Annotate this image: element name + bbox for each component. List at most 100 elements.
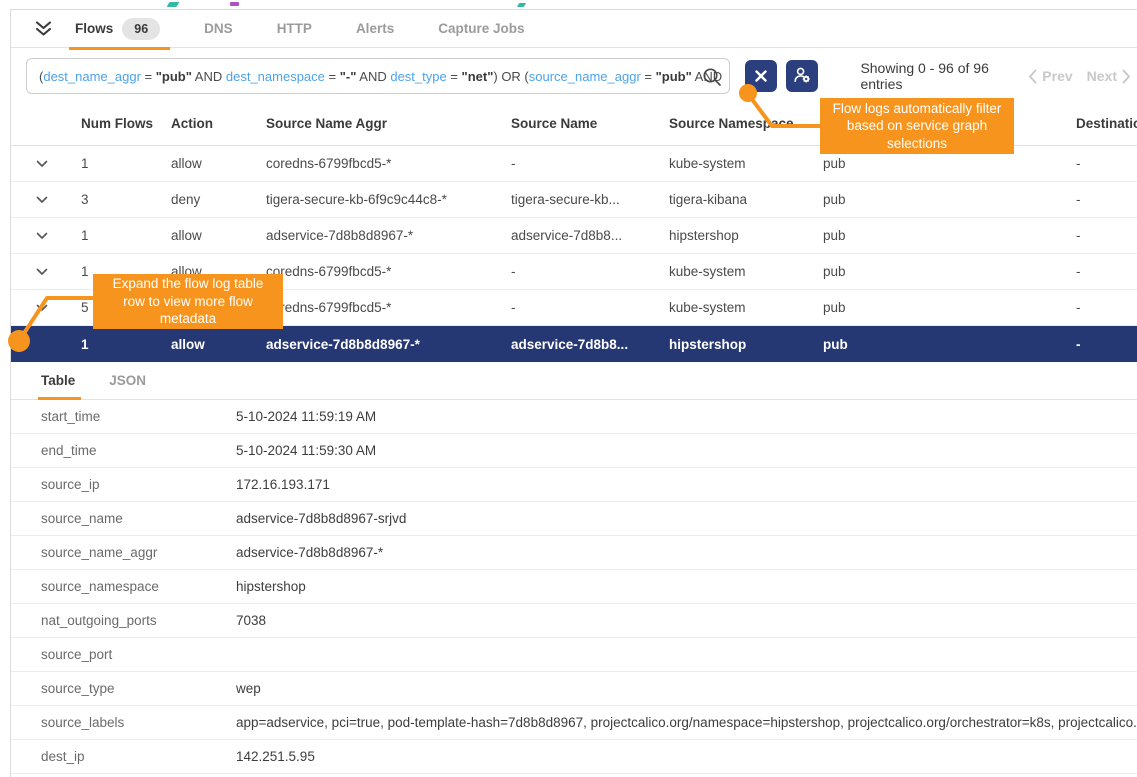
num-flows-cell: 1 — [81, 156, 171, 171]
flow-row-3[interactable]: 1 allow adservice-7d8b8d8967-* adservice… — [11, 218, 1137, 254]
dest-name-aggr-cell: pub — [823, 156, 1076, 171]
service-graph-remnant — [0, 0, 1137, 9]
action-cell: allow — [171, 156, 266, 171]
source-namespace-cell: hipstershop — [669, 337, 823, 352]
num-flows-cell: 1 — [81, 337, 171, 352]
detail-row: source_type wep — [11, 672, 1137, 706]
detail-row: nat_outgoing_ports 7038 — [11, 604, 1137, 638]
detail-value: 7038 — [236, 613, 1137, 628]
detail-value: 5-10-2024 11:59:19 AM — [236, 409, 1137, 424]
destination-name-cell: - — [1076, 192, 1137, 207]
tab-http[interactable]: HTTP — [277, 10, 312, 48]
next-page-button[interactable]: Next — [1087, 68, 1131, 84]
detail-key: source_namespace — [41, 579, 236, 594]
expand-row-icon[interactable] — [36, 232, 81, 240]
source-name-cell: - — [511, 264, 669, 279]
source-name-aggr-cell: tigera-secure-kb-6f9c9c44c8-* — [266, 192, 511, 207]
flow-logs-panel-screen: Flows 96 DNS HTTP Alerts Capture Jobs (d… — [0, 0, 1137, 777]
detail-value: 172.16.193.171 — [236, 477, 1137, 492]
clear-filter-button[interactable] — [745, 60, 777, 92]
detail-key: source_name_aggr — [41, 545, 236, 560]
dest-name-aggr-cell: pub — [823, 300, 1076, 315]
source-name-cell: adservice-7d8b8... — [511, 337, 669, 352]
col-source-namespace: Source Namespace — [669, 116, 823, 133]
detail-row: source_labels app=adservice, pci=true, p… — [11, 706, 1137, 740]
detail-row: start_time 5-10-2024 11:59:19 AM — [11, 400, 1137, 434]
detail-row: source_ip 172.16.193.171 — [11, 468, 1137, 502]
action-cell: deny — [171, 192, 266, 207]
action-cell: allow — [171, 337, 266, 352]
user-gear-icon — [792, 65, 812, 88]
expand-row-icon[interactable] — [36, 160, 81, 168]
graph-fragment — [517, 3, 526, 7]
prev-page-button[interactable]: Prev — [1028, 68, 1072, 84]
chevron-left-icon — [1028, 69, 1037, 84]
tooltip-expand-info: Expand the flow log table row to view mo… — [93, 274, 283, 329]
detail-value: adservice-7d8b8d8967-srjvd — [236, 511, 1137, 526]
detail-row: end_time 5-10-2024 11:59:30 AM — [11, 434, 1137, 468]
source-name-aggr-cell: coredns-6799fbcd5-* — [266, 264, 511, 279]
col-destination-name: Destination Name — [1076, 116, 1137, 133]
tab-capture-jobs-label: Capture Jobs — [438, 21, 524, 36]
destination-name-cell: - — [1076, 300, 1137, 315]
next-label: Next — [1087, 68, 1117, 84]
dest-name-aggr-cell: pub — [823, 337, 1076, 352]
collapse-panel-icon[interactable] — [34, 21, 53, 37]
expand-row-icon[interactable] — [36, 196, 81, 204]
prev-label: Prev — [1042, 68, 1072, 84]
expand-row-icon[interactable] — [36, 268, 81, 276]
source-name-aggr-cell: adservice-7d8b8d8967-* — [266, 337, 511, 352]
source-namespace-cell: kube-system — [669, 264, 823, 279]
query-filter-input[interactable]: (dest_name_aggr = "pub" AND dest_namespa… — [26, 58, 730, 94]
detail-row: source_port — [11, 638, 1137, 672]
log-type-tabbar: Flows 96 DNS HTTP Alerts Capture Jobs — [11, 10, 1137, 48]
detail-value: 5-10-2024 11:59:30 AM — [236, 443, 1137, 458]
source-namespace-cell: tigera-kibana — [669, 192, 823, 207]
detail-value: hipstershop — [236, 579, 1137, 594]
user-settings-button[interactable] — [786, 60, 818, 92]
num-flows-cell: 1 — [81, 228, 171, 243]
detail-key: source_name — [41, 511, 236, 526]
destination-name-cell: - — [1076, 228, 1137, 243]
source-namespace-cell: kube-system — [669, 300, 823, 315]
source-name-cell: tigera-secure-kb... — [511, 192, 669, 207]
flow-row-6-selected[interactable]: 1 allow adservice-7d8b8d8967-* adservice… — [11, 326, 1137, 362]
chevron-right-icon — [1122, 69, 1131, 84]
tab-alerts[interactable]: Alerts — [356, 10, 394, 48]
detail-key: source_port — [41, 647, 236, 662]
tab-capture-jobs[interactable]: Capture Jobs — [438, 10, 524, 48]
tab-flows[interactable]: Flows 96 — [75, 10, 160, 48]
graph-fragment — [167, 2, 180, 7]
dest-name-aggr-cell: pub — [823, 264, 1076, 279]
detail-value: 142.251.5.95 — [236, 749, 1137, 764]
flow-row-2[interactable]: 3 deny tigera-secure-kb-6f9c9c44c8-* tig… — [11, 182, 1137, 218]
dest-name-aggr-cell: pub — [823, 192, 1076, 207]
source-name-cell: - — [511, 156, 669, 171]
detail-key: nat_outgoing_ports — [41, 613, 236, 628]
col-source-name: Source Name — [511, 116, 669, 133]
source-name-aggr-cell: coredns-6799fbcd5-* — [266, 156, 511, 171]
graph-fragment — [230, 2, 239, 6]
detail-row: dest_ip 142.251.5.95 — [11, 740, 1137, 774]
source-namespace-cell: hipstershop — [669, 228, 823, 243]
source-name-cell: - — [511, 300, 669, 315]
expand-row-icon[interactable] — [36, 304, 81, 312]
detail-tabbar: Table JSON — [11, 362, 1137, 400]
tab-dns[interactable]: DNS — [204, 10, 233, 48]
detail-row: source_name adservice-7d8b8d8967-srjvd — [11, 502, 1137, 536]
detail-tab-table[interactable]: Table — [41, 373, 75, 399]
col-source-name-aggr: Source Name Aggr — [266, 116, 511, 133]
source-name-cell: adservice-7d8b8... — [511, 228, 669, 243]
search-icon[interactable] — [701, 66, 723, 91]
detail-key: end_time — [41, 443, 236, 458]
source-namespace-cell: kube-system — [669, 156, 823, 171]
detail-tab-json[interactable]: JSON — [109, 373, 146, 399]
flow-detail-table: start_time 5-10-2024 11:59:19 AM end_tim… — [11, 400, 1137, 774]
query-text: (dest_name_aggr = "pub" AND dest_namespa… — [39, 69, 722, 84]
pager: Prev Next — [1028, 68, 1131, 84]
detail-value: wep — [236, 681, 1137, 696]
source-name-aggr-cell: coredns-6799fbcd5-* — [266, 300, 511, 315]
dest-name-aggr-cell: pub — [823, 228, 1076, 243]
destination-name-cell: - — [1076, 264, 1137, 279]
destination-name-cell: - — [1076, 337, 1137, 352]
